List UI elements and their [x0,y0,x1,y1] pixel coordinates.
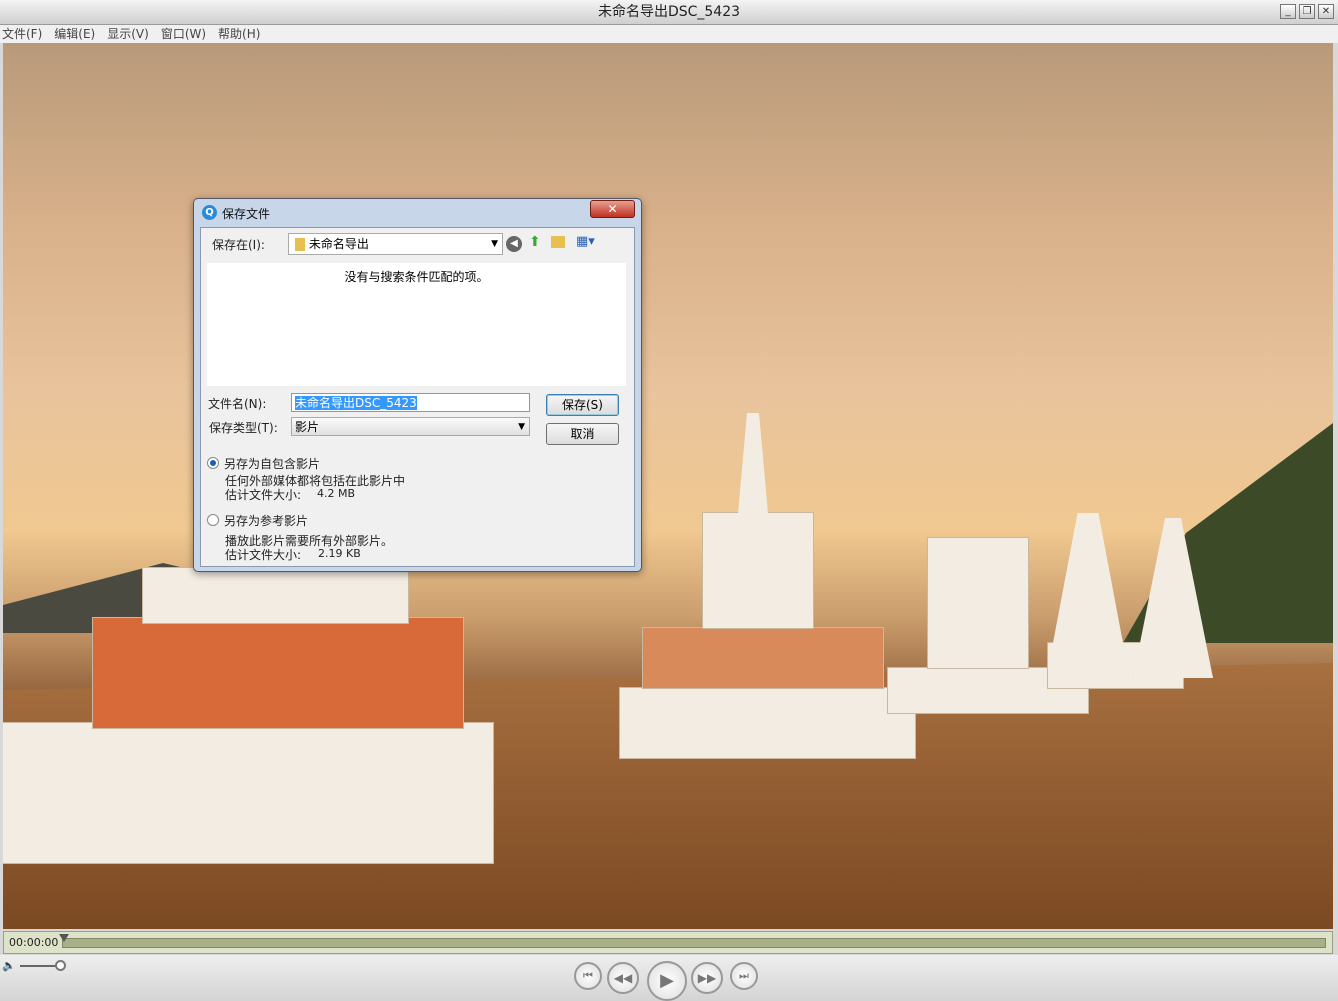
menu-help[interactable]: 帮助(H) [218,25,260,43]
playhead[interactable] [59,934,69,942]
size-value: 4.2 MB [317,487,356,500]
new-folder-icon[interactable] [551,236,565,248]
menu-window[interactable]: 窗口(W) [161,25,206,43]
cancel-button[interactable]: 取消 [546,423,619,445]
volume-slider[interactable] [20,965,60,967]
stupa-dome [928,538,1028,668]
size-value: 2.19 KB [318,547,361,560]
save-file-dialog: Q 保存文件 ✕ 保存在(I): 未命名导出 ▼ ◀ ⬆ ▦▾ 没有与搜索条件匹… [193,198,642,572]
menu-view[interactable]: 显示(V) [107,25,149,43]
go-to-end-button[interactable]: ⏭ [730,962,758,990]
reference-label[interactable]: 另存为参考影片 [224,512,308,529]
dialog-close-button[interactable]: ✕ [590,200,635,218]
minimize-button[interactable]: _ [1280,4,1296,19]
quicktime-icon: Q [202,205,217,220]
close-button[interactable]: ✕ [1318,4,1334,19]
stupa-body [643,628,883,688]
menu-bar: 文件(F) 编辑(E) 显示(V) 窗口(W) 帮助(H) [0,25,1338,43]
menu-edit[interactable]: 编辑(E) [54,25,95,43]
filename-label: 文件名(N): [208,397,267,411]
window-title: 未命名导出DSC_5423 [597,4,741,20]
view-menu-icon[interactable]: ▦▾ [576,234,595,249]
fast-forward-button[interactable]: ▶▶ [691,962,723,994]
chevron-down-icon: ▼ [518,422,525,432]
player-controls: 🔈 ⏮ ◀◀ ▶ ▶▶ ⏭ [0,955,1338,1001]
rewind-icon: ◀◀ [613,971,633,985]
reference-radio[interactable] [207,514,219,526]
stupa-base [3,723,493,863]
stupa-dome [703,513,813,628]
play-icon: ▶ [660,970,674,991]
save-button[interactable]: 保存(S) [546,394,619,416]
stupa-top [143,568,408,623]
filetype-dropdown[interactable]: 影片 ▼ [291,417,530,436]
chevron-down-icon: ▼ [491,239,498,249]
stupa-spire [738,413,768,513]
size-label: 估计文件大小: [225,548,302,562]
volume-icon[interactable]: 🔈 [2,959,16,972]
filename-input[interactable]: 未命名导出DSC_5423 [291,393,530,412]
file-list[interactable]: 没有与搜索条件匹配的项。 [207,263,626,386]
dialog-body: 保存在(I): 未命名导出 ▼ ◀ ⬆ ▦▾ 没有与搜索条件匹配的项。 文件名(… [200,227,635,567]
stupa-body [93,618,463,728]
self-contained-label[interactable]: 另存为自包含影片 [224,455,320,472]
save-in-value: 未命名导出 [308,237,369,251]
stupa-base [620,688,915,758]
up-folder-icon[interactable]: ⬆ [529,234,541,250]
fast-forward-icon: ▶▶ [697,971,717,985]
timecode: 00:00:00 [9,936,59,949]
menu-file[interactable]: 文件(F) [2,25,42,43]
empty-message: 没有与搜索条件匹配的项。 [344,270,489,284]
filetype-value: 影片 [295,420,320,434]
filetype-label: 保存类型(T): [209,421,278,435]
save-in-dropdown[interactable]: 未命名导出 ▼ [288,233,503,255]
restore-button[interactable]: ❐ [1299,4,1315,19]
stupa-spire [1053,513,1123,643]
folder-icon [295,238,305,251]
self-contained-radio[interactable] [207,457,219,469]
skip-end-icon: ⏭ [739,969,749,982]
back-icon[interactable]: ◀ [506,236,522,252]
filename-value: 未命名导出DSC_5423 [295,396,417,410]
timeline: 00:00:00 [3,931,1333,954]
save-in-label: 保存在(I): [212,238,265,252]
rewind-button[interactable]: ◀◀ [607,962,639,994]
play-button[interactable]: ▶ [647,961,687,1001]
title-bar: 未命名导出DSC_5423 _ ❐ ✕ [0,0,1338,25]
size-label: 估计文件大小: [225,488,302,502]
skip-start-icon: ⏮ [583,969,593,982]
timeline-track[interactable] [62,938,1326,948]
dialog-title: 保存文件 [222,207,271,221]
go-to-start-button[interactable]: ⏮ [574,962,602,990]
volume-knob[interactable] [55,960,66,971]
